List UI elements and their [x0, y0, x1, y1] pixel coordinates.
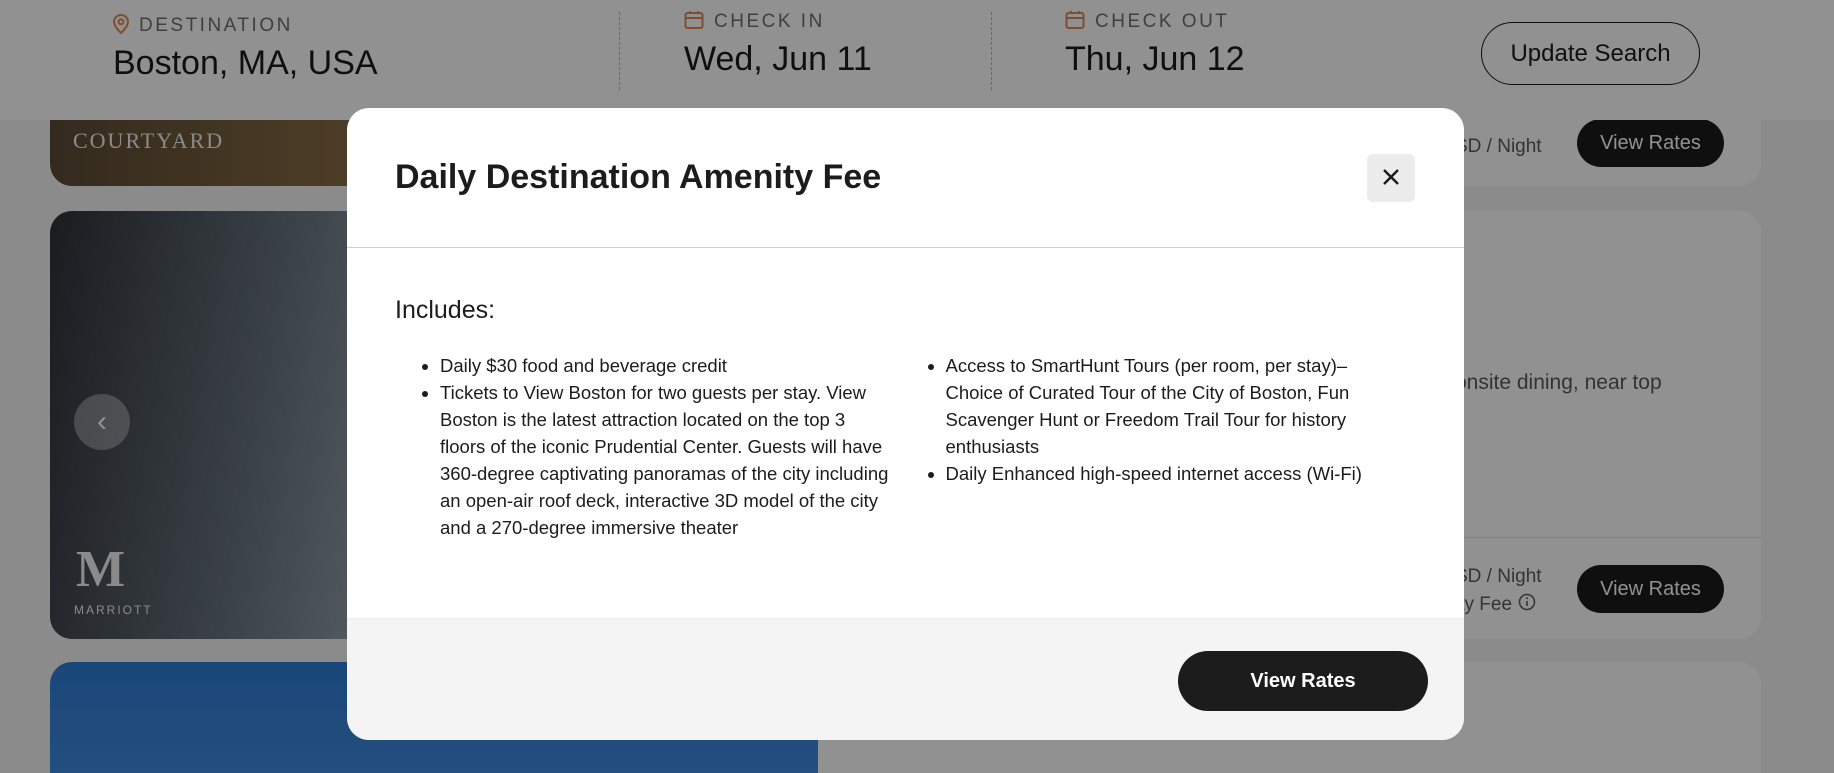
- amenities-list: Daily $30 food and beverage credit Ticke…: [395, 352, 1397, 541]
- modal-title: Daily Destination Amenity Fee: [395, 158, 882, 196]
- list-item: Tickets to View Boston for two guests pe…: [440, 379, 892, 541]
- amenity-fee-modal: Daily Destination Amenity Fee Includes: …: [347, 108, 1464, 740]
- modal-footer: View Rates: [347, 618, 1464, 740]
- divider: [347, 247, 1464, 248]
- list-item: Daily $30 food and beverage credit: [440, 352, 892, 379]
- includes-heading: Includes:: [395, 296, 496, 324]
- list-item: Access to SmartHunt Tours (per room, per…: [946, 352, 1398, 460]
- close-icon: [1382, 168, 1400, 189]
- view-rates-button[interactable]: View Rates: [1178, 651, 1428, 711]
- list-item: Daily Enhanced high-speed internet acces…: [946, 460, 1398, 487]
- close-button[interactable]: [1367, 154, 1415, 202]
